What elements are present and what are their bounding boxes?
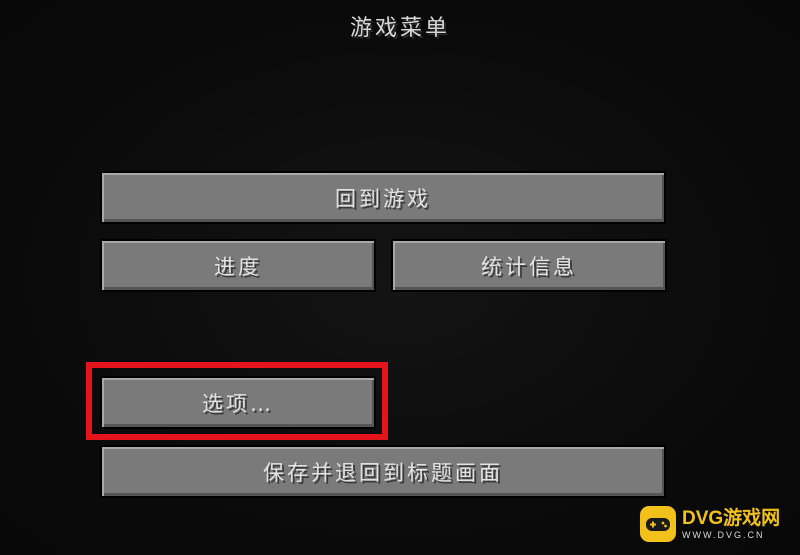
site-watermark: DVG游戏网 WWW.DVG.CN [640,503,790,545]
back-to-game-button[interactable]: 回到游戏 [100,171,666,224]
highlight-box [86,362,388,440]
menu-title: 游戏菜单 [349,16,450,41]
statistics-button[interactable]: 统计信息 [391,239,667,292]
gamepad-icon [640,506,676,542]
advancements-button[interactable]: 进度 [100,239,376,292]
watermark-brand: DVG游戏网 [682,507,781,529]
save-and-quit-button[interactable]: 保存并退回到标题画面 [100,445,666,498]
watermark-site: WWW.DVG.CN [682,529,765,540]
game-menu-screen: 游戏菜单 回到游戏 进度 统计信息 选项… 保存并退回到标题画面 [0,0,800,555]
